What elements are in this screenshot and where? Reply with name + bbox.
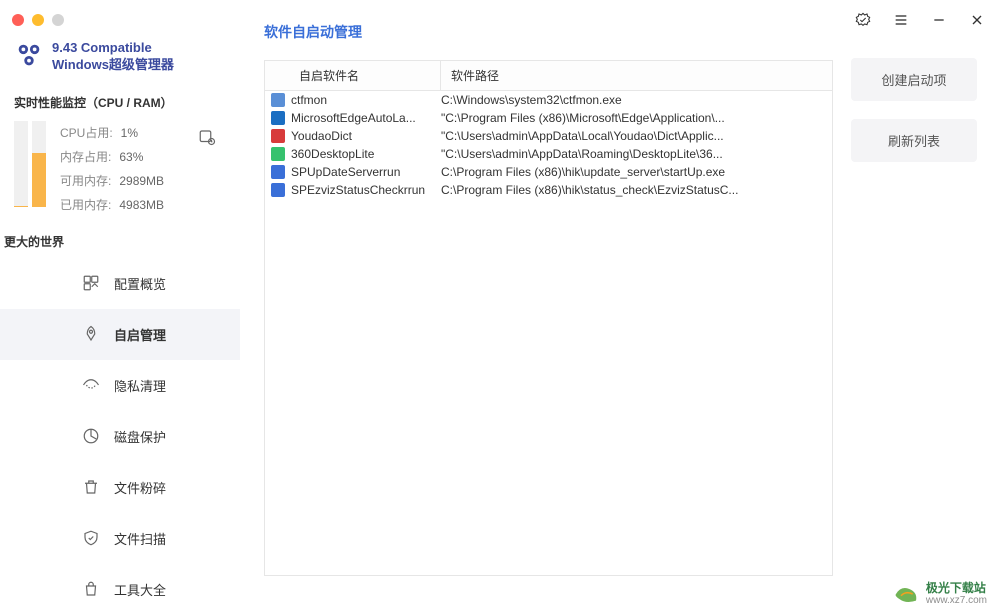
col-name[interactable]: 自启软件名 [265, 61, 441, 90]
cell-name: SPEzvizStatusCheckrrun [291, 183, 441, 197]
nav-item-3[interactable]: 磁盘保护 [0, 411, 240, 462]
avail-value: 2989MB [119, 169, 164, 193]
rocket-icon [82, 325, 100, 343]
brand: 9.43 Compatible Windows超级管理器 [0, 40, 240, 88]
app-icon [271, 93, 285, 107]
refresh-list-button[interactable]: 刷新列表 [851, 119, 977, 162]
usage-bars [14, 121, 46, 207]
nav-item-5[interactable]: 文件扫描 [0, 513, 240, 564]
app-icon [271, 129, 285, 143]
eye-icon [82, 376, 100, 394]
ram-bar [32, 121, 46, 207]
close-icon[interactable] [969, 12, 985, 28]
badge-icon[interactable] [855, 12, 871, 28]
minimize-icon[interactable] [931, 12, 947, 28]
action-panel: 创建启动项 刷新列表 [851, 10, 999, 614]
nav-list: 配置概览自启管理隐私清理磁盘保护文件粉碎文件扫描工具大全 [0, 258, 240, 615]
main-area: 软件自启动管理 自启软件名 软件路径 ctfmonC:\Windows\syst… [240, 0, 999, 614]
table-row[interactable]: YoudaoDict"C:\Users\admin\AppData\Local\… [265, 127, 832, 145]
avail-label: 可用内存: [60, 169, 111, 193]
col-path[interactable]: 软件路径 [441, 61, 832, 90]
brand-logo-icon [14, 40, 44, 70]
watermark-title: 极光下载站 [926, 582, 987, 595]
cell-name: SPUpDateServerrun [291, 165, 441, 179]
ram-value: 63% [119, 145, 143, 169]
nav-label: 文件扫描 [114, 529, 166, 548]
cell-path: "C:\Users\admin\AppData\Roaming\DesktopL… [441, 147, 832, 161]
shield-icon [82, 529, 100, 547]
app-icon [271, 147, 285, 161]
used-value: 4983MB [119, 193, 164, 217]
watermark: 极光下载站 www.xz7.com [892, 582, 987, 606]
watermark-logo-icon [892, 584, 920, 604]
table-row[interactable]: 360DesktopLite"C:\Users\admin\AppData\Ro… [265, 145, 832, 163]
mac-window-dots [12, 14, 64, 26]
app-icon [271, 183, 285, 197]
monitor-title: 实时性能监控（CPU / RAM） [14, 94, 226, 111]
trash-icon [82, 478, 100, 496]
cell-path: C:\Windows\system32\ctfmon.exe [441, 93, 832, 107]
nav-item-1[interactable]: 自启管理 [0, 309, 240, 360]
nav-item-4[interactable]: 文件粉碎 [0, 462, 240, 513]
app-icon [271, 165, 285, 179]
nav-label: 磁盘保护 [114, 427, 166, 446]
nav-item-0[interactable]: 配置概览 [0, 258, 240, 309]
maximize-dot[interactable] [52, 14, 64, 26]
watermark-url: www.xz7.com [926, 595, 987, 606]
monitor-settings-icon[interactable] [198, 128, 216, 146]
startup-table: 自启软件名 软件路径 ctfmonC:\Windows\system32\ctf… [264, 60, 833, 576]
cell-name: ctfmon [291, 93, 441, 107]
cpu-label: CPU占用: [60, 121, 113, 145]
cell-path: C:\Program Files (x86)\hik\status_check\… [441, 183, 832, 197]
cell-path: "C:\Users\admin\AppData\Local\Youdao\Dic… [441, 129, 832, 143]
cell-name: 360DesktopLite [291, 147, 441, 161]
cell-name: YoudaoDict [291, 129, 441, 143]
used-label: 已用内存: [60, 193, 111, 217]
table-row[interactable]: ctfmonC:\Windows\system32\ctfmon.exe [265, 91, 832, 109]
table-header: 自启软件名 软件路径 [265, 61, 832, 91]
pie-icon [82, 427, 100, 445]
ram-label: 内存占用: [60, 145, 111, 169]
performance-monitor: 实时性能监控（CPU / RAM） CPU占用: 1% 内存占用: 63% 可用内存… [0, 88, 240, 229]
bag-icon [82, 580, 100, 598]
brand-line2: Windows超级管理器 [52, 57, 174, 74]
nav-label: 配置概览 [114, 274, 166, 293]
nav-label: 隐私清理 [114, 376, 166, 395]
nav-label: 自启管理 [114, 325, 166, 344]
nav-label: 工具大全 [114, 580, 166, 599]
cell-path: C:\Program Files (x86)\hik\update_server… [441, 165, 832, 179]
table-row[interactable]: SPEzvizStatusCheckrrunC:\Program Files (… [265, 181, 832, 199]
nav-item-2[interactable]: 隐私清理 [0, 360, 240, 411]
create-startup-button[interactable]: 创建启动项 [851, 58, 977, 101]
table-body: ctfmonC:\Windows\system32\ctfmon.exeMicr… [265, 91, 832, 199]
page-title: 软件自启动管理 [264, 10, 833, 60]
brand-line1: 9.43 Compatible [52, 40, 174, 57]
table-row[interactable]: MicrosoftEdgeAutoLa..."C:\Program Files … [265, 109, 832, 127]
menu-icon[interactable] [893, 12, 909, 28]
sidebar: 9.43 Compatible Windows超级管理器 实时性能监控（CPU … [0, 0, 240, 614]
nav-item-6[interactable]: 工具大全 [0, 564, 240, 615]
nav-label: 文件粉碎 [114, 478, 166, 497]
app-icon [271, 111, 285, 125]
close-dot[interactable] [12, 14, 24, 26]
cell-name: MicrosoftEdgeAutoLa... [291, 111, 441, 125]
cpu-bar [14, 121, 28, 207]
dashboard-icon [82, 274, 100, 292]
world-section-head: 更大的世界 [0, 229, 240, 258]
cell-path: "C:\Program Files (x86)\Microsoft\Edge\A… [441, 111, 832, 125]
cpu-value: 1% [121, 121, 138, 145]
table-row[interactable]: SPUpDateServerrunC:\Program Files (x86)\… [265, 163, 832, 181]
minimize-dot[interactable] [32, 14, 44, 26]
window-controls [855, 12, 985, 28]
